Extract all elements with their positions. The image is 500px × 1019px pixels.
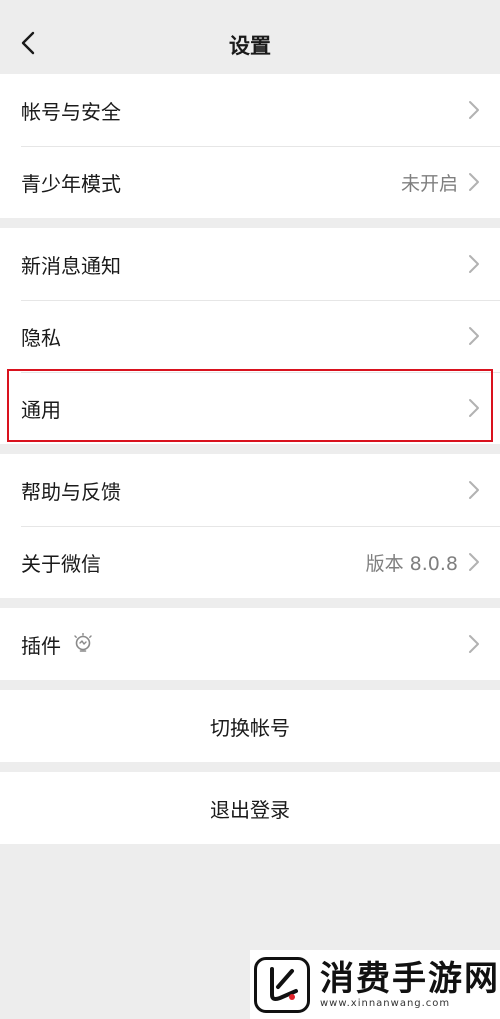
item-label: 帮助与反馈 bbox=[21, 479, 121, 504]
chevron-right-icon bbox=[468, 552, 480, 572]
group-account: 帐号与安全 青少年模式 未开启 bbox=[0, 74, 500, 218]
chevron-right-icon bbox=[468, 634, 480, 654]
chevron-right-icon bbox=[468, 254, 480, 274]
group-about: 帮助与反馈 关于微信 版本 8.0.8 bbox=[0, 454, 500, 598]
settings-item-account-security[interactable]: 帐号与安全 bbox=[0, 74, 500, 146]
settings-item-general[interactable]: 通用 bbox=[0, 372, 500, 444]
chevron-right-icon bbox=[468, 326, 480, 346]
group-switch-account: 切换帐号 bbox=[0, 690, 500, 762]
page-title: 设置 bbox=[229, 34, 271, 58]
settings-item-new-message-notify[interactable]: 新消息通知 bbox=[0, 228, 500, 300]
item-label: 新消息通知 bbox=[21, 253, 121, 278]
item-label: 关于微信 bbox=[21, 551, 101, 576]
watermark-name: 消费手游网 bbox=[320, 959, 500, 999]
item-label: 通用 bbox=[21, 397, 61, 422]
item-label: 隐私 bbox=[21, 325, 61, 350]
logout-button[interactable]: 退出登录 bbox=[0, 772, 500, 844]
item-label: 帐号与安全 bbox=[21, 99, 121, 124]
logout-label: 退出登录 bbox=[210, 797, 290, 822]
switch-account-label: 切换帐号 bbox=[210, 715, 290, 740]
nav-bar: 设置 bbox=[0, 0, 500, 74]
chevron-right-icon bbox=[468, 100, 480, 120]
settings-item-about-wechat[interactable]: 关于微信 版本 8.0.8 bbox=[0, 526, 500, 598]
item-label: 青少年模式 bbox=[21, 171, 121, 196]
group-logout: 退出登录 bbox=[0, 772, 500, 844]
watermark: 消费手游网 www.xinnanwang.com bbox=[250, 950, 500, 1019]
settings-item-help-feedback[interactable]: 帮助与反馈 bbox=[0, 454, 500, 526]
watermark-url: www.xinnanwang.com bbox=[320, 998, 451, 1009]
settings-item-teen-mode[interactable]: 青少年模式 未开启 bbox=[0, 146, 500, 218]
group-plugins: 插件 bbox=[0, 608, 500, 680]
settings-item-privacy[interactable]: 隐私 bbox=[0, 300, 500, 372]
watermark-logo-icon bbox=[254, 956, 310, 1013]
item-label: 插件 bbox=[21, 633, 61, 658]
chevron-right-icon bbox=[468, 480, 480, 500]
item-value: 未开启 bbox=[400, 172, 458, 195]
chevron-right-icon bbox=[468, 398, 480, 418]
lightbulb-icon bbox=[73, 633, 93, 655]
switch-account-button[interactable]: 切换帐号 bbox=[0, 690, 500, 762]
item-value: 版本 8.0.8 bbox=[365, 552, 458, 575]
group-notify: 新消息通知 隐私 通用 bbox=[0, 228, 500, 444]
settings-item-plugins[interactable]: 插件 bbox=[0, 608, 500, 680]
chevron-right-icon bbox=[468, 172, 480, 192]
